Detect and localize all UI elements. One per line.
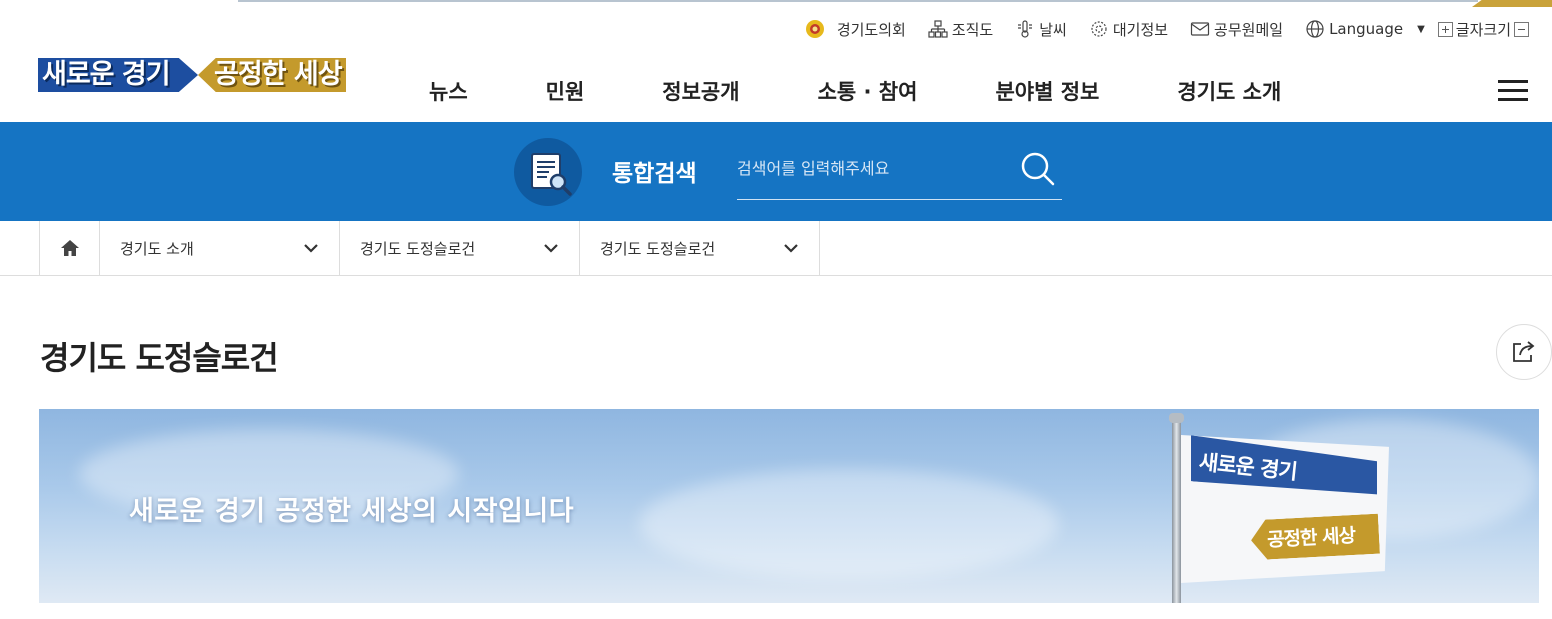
utility-bar: 경기도의회 조직도 날씨 대기정보 공무원메일 Language ▼ 글자크기 bbox=[805, 14, 1532, 44]
weather-label: 날씨 bbox=[1039, 20, 1067, 39]
org-chart-link[interactable]: 조직도 bbox=[928, 19, 993, 40]
nav-about-gyeonggi[interactable]: 경기도 소개 bbox=[1138, 76, 1320, 110]
main-navigation: 뉴스 민원 정보공개 소통 · 참여 분야별 정보 경기도 소개 bbox=[390, 76, 1320, 110]
flag-text-bottom: 공정한 세상 bbox=[1266, 524, 1356, 552]
search-button[interactable] bbox=[1018, 149, 1058, 189]
nav-news[interactable]: 뉴스 bbox=[390, 76, 507, 110]
nav-field-info[interactable]: 분야별 정보 bbox=[956, 76, 1138, 110]
nav-info-disclosure[interactable]: 정보공개 bbox=[623, 76, 778, 110]
search-input[interactable] bbox=[737, 153, 1007, 183]
mail-icon bbox=[1190, 22, 1210, 36]
font-size-control: 글자크기 bbox=[1435, 19, 1532, 40]
breadcrumb-dropdown-1[interactable]: 경기도 소개 bbox=[100, 221, 340, 275]
share-icon bbox=[1513, 341, 1535, 362]
globe-icon bbox=[1306, 20, 1324, 38]
air-quality-label: 대기정보 bbox=[1112, 20, 1169, 39]
home-icon bbox=[60, 240, 79, 256]
flag-pole-cap bbox=[1169, 413, 1184, 423]
chevron-down-icon bbox=[544, 244, 558, 253]
council-emblem-icon bbox=[805, 20, 824, 38]
top-divider-line bbox=[238, 0, 1478, 2]
thermometer-icon bbox=[1018, 20, 1033, 38]
council-label: 경기도의회 bbox=[836, 20, 906, 39]
breadcrumb: 경기도 소개 경기도 도정슬로건 경기도 도정슬로건 bbox=[39, 221, 820, 275]
org-chart-label: 조직도 bbox=[951, 20, 994, 39]
breadcrumb-label-2: 경기도 도정슬로건 bbox=[360, 239, 476, 258]
air-quality-icon bbox=[1091, 21, 1107, 37]
banner-headline: 새로운 경기 공정한 세상의 시작입니다 bbox=[129, 496, 575, 527]
breadcrumb-dropdown-2[interactable]: 경기도 도정슬로건 bbox=[340, 221, 580, 275]
language-select[interactable]: Language ▼ bbox=[1305, 19, 1435, 39]
hamburger-menu-icon[interactable] bbox=[1498, 80, 1528, 102]
font-increase-button[interactable] bbox=[1437, 21, 1453, 37]
staff-mail-link[interactable]: 공무원메일 bbox=[1190, 19, 1283, 40]
page-title: 경기도 도정슬로건 bbox=[40, 339, 279, 377]
breadcrumb-label-3: 경기도 도정슬로건 bbox=[600, 239, 716, 258]
breadcrumb-bar: 경기도 소개 경기도 도정슬로건 경기도 도정슬로건 bbox=[0, 221, 1552, 276]
home-button[interactable] bbox=[40, 221, 100, 275]
search-document-icon bbox=[514, 138, 582, 206]
logo-text-part1: 새로운 경기 bbox=[42, 59, 171, 90]
caret-down-icon: ▼ bbox=[1417, 23, 1425, 35]
chevron-down-icon bbox=[784, 244, 798, 253]
flag-pole bbox=[1172, 417, 1181, 603]
top-corner-accent bbox=[1472, 0, 1552, 7]
nav-civil[interactable]: 민원 bbox=[507, 76, 624, 110]
weather-link[interactable]: 날씨 bbox=[1015, 19, 1067, 40]
magnifier-icon bbox=[1021, 152, 1055, 186]
nav-communication[interactable]: 소통 · 참여 bbox=[779, 76, 957, 110]
site-logo[interactable]: 새로운 경기 공정한 세상 bbox=[38, 56, 348, 96]
font-size-label: 글자크기 bbox=[1455, 20, 1511, 39]
language-label: Language bbox=[1329, 20, 1404, 38]
breadcrumb-label-1: 경기도 소개 bbox=[120, 239, 194, 258]
logo-text-part2: 공정한 세상 bbox=[214, 59, 343, 90]
staff-mail-label: 공무원메일 bbox=[1214, 20, 1284, 39]
air-quality-link[interactable]: 대기정보 bbox=[1089, 19, 1168, 40]
breadcrumb-dropdown-3[interactable]: 경기도 도정슬로건 bbox=[580, 221, 820, 275]
search-title: 통합검색 bbox=[612, 161, 697, 187]
chevron-down-icon bbox=[304, 244, 318, 253]
council-link[interactable]: 경기도의회 bbox=[805, 19, 906, 40]
search-field bbox=[737, 145, 1062, 200]
font-decrease-button[interactable] bbox=[1514, 21, 1529, 37]
share-button[interactable] bbox=[1496, 324, 1552, 380]
slogan-banner: 새로운 경기 공정한 세상의 시작입니다 새로운 경기 공정한 세상 bbox=[39, 409, 1539, 603]
cloud-decoration bbox=[639, 469, 1059, 579]
org-chart-icon bbox=[928, 20, 948, 38]
